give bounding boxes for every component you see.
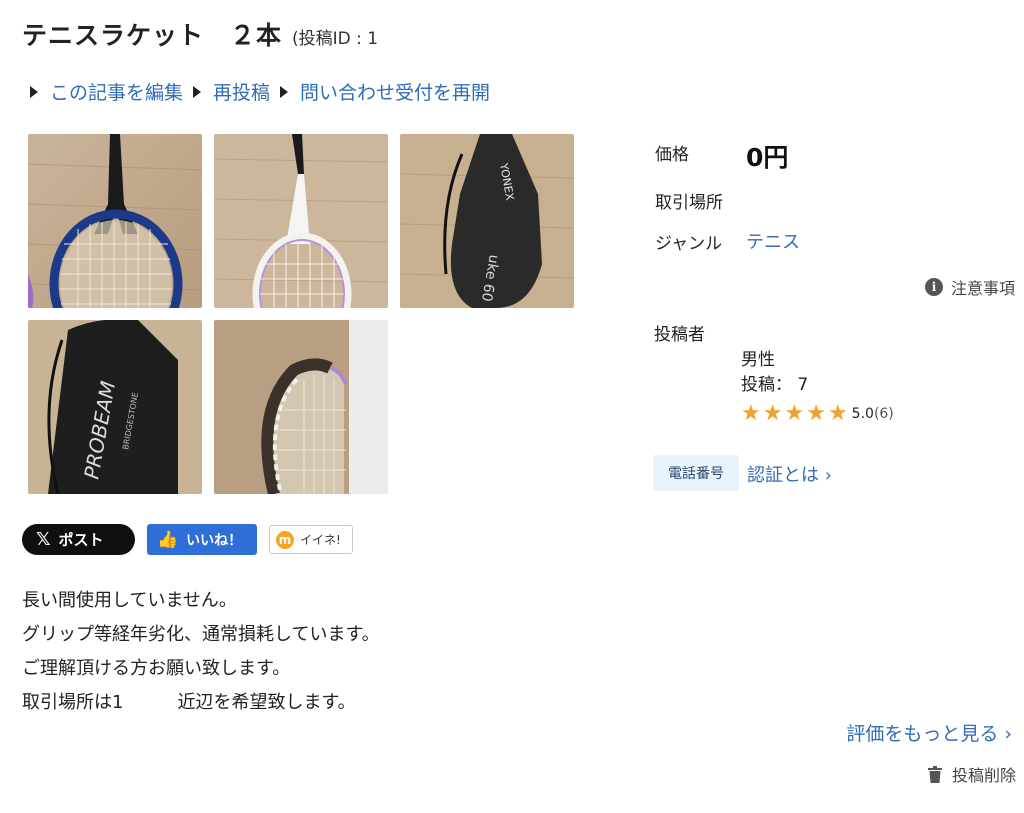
x-post-button[interactable]: 𝕏 ポスト bbox=[22, 524, 135, 555]
delete-post-button[interactable]: 投稿削除 bbox=[927, 762, 1016, 786]
rating-count: (6) bbox=[873, 406, 894, 422]
reopen-inquiries-label: 問い合わせ受付を再開 bbox=[300, 82, 491, 104]
mixi-iine-button[interactable]: m イイネ! bbox=[269, 525, 353, 554]
triangle-right-icon bbox=[193, 85, 202, 98]
star-icon: ★ bbox=[784, 401, 805, 426]
iine-label: イイネ! bbox=[300, 533, 341, 547]
poster-label: 投稿者 bbox=[654, 325, 705, 345]
star-icon: ★ bbox=[827, 401, 848, 426]
repost-link[interactable]: 再投稿 bbox=[193, 78, 270, 105]
star-icon: ★ bbox=[762, 401, 783, 426]
post-title: テニスラケット ２本 bbox=[22, 21, 283, 50]
delete-post-label: 投稿削除 bbox=[951, 766, 1016, 785]
post-id: (投稿ID : 1 bbox=[292, 29, 379, 49]
trash-icon bbox=[927, 765, 942, 783]
post-actions: この記事を編集 再投稿 問い合わせ受付を再開 bbox=[30, 78, 500, 105]
photo-thumbnail-2[interactable] bbox=[214, 134, 388, 308]
repost-label: 再投稿 bbox=[213, 82, 271, 104]
more-reviews-link[interactable]: 評価をもっと見る › bbox=[846, 719, 1012, 746]
notice-label: 注意事項 bbox=[950, 279, 1015, 298]
what-is-verification-link[interactable]: 認証とは › bbox=[747, 461, 832, 487]
page-title: テニスラケット ２本 (投稿ID : 1 bbox=[22, 16, 378, 52]
poster-post-count: 投稿： 7 bbox=[741, 375, 809, 395]
price-label: 価格 bbox=[655, 145, 689, 165]
photo-thumbnail-4[interactable]: PROBEAM BRIDGESTONE bbox=[28, 320, 202, 494]
edit-post-label: この記事を編集 bbox=[50, 82, 184, 104]
x-logo-icon: 𝕏 bbox=[36, 529, 51, 550]
price-value: 0円 bbox=[746, 143, 789, 172]
rating-value: 5.0 bbox=[851, 406, 874, 422]
location-label: 取引場所 bbox=[655, 193, 723, 213]
description-line: 取引場所は1 近辺を希望致します。 bbox=[22, 692, 356, 713]
star-icon: ★ bbox=[806, 401, 826, 426]
photo-thumbnail-1[interactable] bbox=[28, 134, 202, 308]
rating-score: 5.0(6) bbox=[852, 406, 894, 422]
description-line: グリップ等経年劣化、通常損耗しています。 bbox=[22, 624, 380, 645]
photo-thumbnail-3[interactable]: YONEX uke 60 bbox=[400, 134, 574, 308]
like-button[interactable]: 👍 いいね！ bbox=[147, 524, 257, 555]
description-line: ご理解頂ける方お願い致します。 bbox=[22, 658, 291, 679]
poster-gender: 男性 bbox=[741, 350, 775, 370]
photo-gallery: YONEX uke 60 PROBEAM BRIDGESTONE bbox=[28, 134, 588, 494]
triangle-right-icon bbox=[280, 85, 289, 98]
share-buttons: 𝕏 ポスト 👍 いいね！ m イイネ! bbox=[22, 524, 353, 555]
triangle-right-icon bbox=[30, 85, 38, 98]
reopen-inquiries-link[interactable]: 問い合わせ受付を再開 bbox=[280, 78, 490, 105]
poster-rating[interactable]: ★ ★ ★ ★ ★ 5.0(6) bbox=[741, 402, 894, 426]
info-icon: i bbox=[924, 278, 943, 296]
photo-thumbnail-5[interactable] bbox=[214, 320, 388, 494]
genre-label: ジャンル bbox=[655, 234, 723, 254]
like-label: いいね！ bbox=[186, 532, 243, 549]
post-description: 長い間使用していません。 グリップ等経年劣化、通常損耗しています。 ご理解頂ける… bbox=[22, 584, 380, 720]
thumbs-up-icon: 👍 bbox=[157, 529, 179, 550]
mixi-logo-icon: m bbox=[276, 530, 294, 549]
edit-post-link[interactable]: この記事を編集 bbox=[30, 78, 183, 105]
star-icon: ★ bbox=[741, 401, 761, 426]
genre-link[interactable]: テニス bbox=[746, 228, 800, 254]
phone-verified-badge: 電話番号 bbox=[653, 455, 739, 491]
description-line: 長い間使用していません。 bbox=[22, 590, 237, 611]
notice-link[interactable]: i 注意事項 bbox=[924, 275, 1015, 299]
x-post-label: ポスト bbox=[58, 531, 104, 549]
